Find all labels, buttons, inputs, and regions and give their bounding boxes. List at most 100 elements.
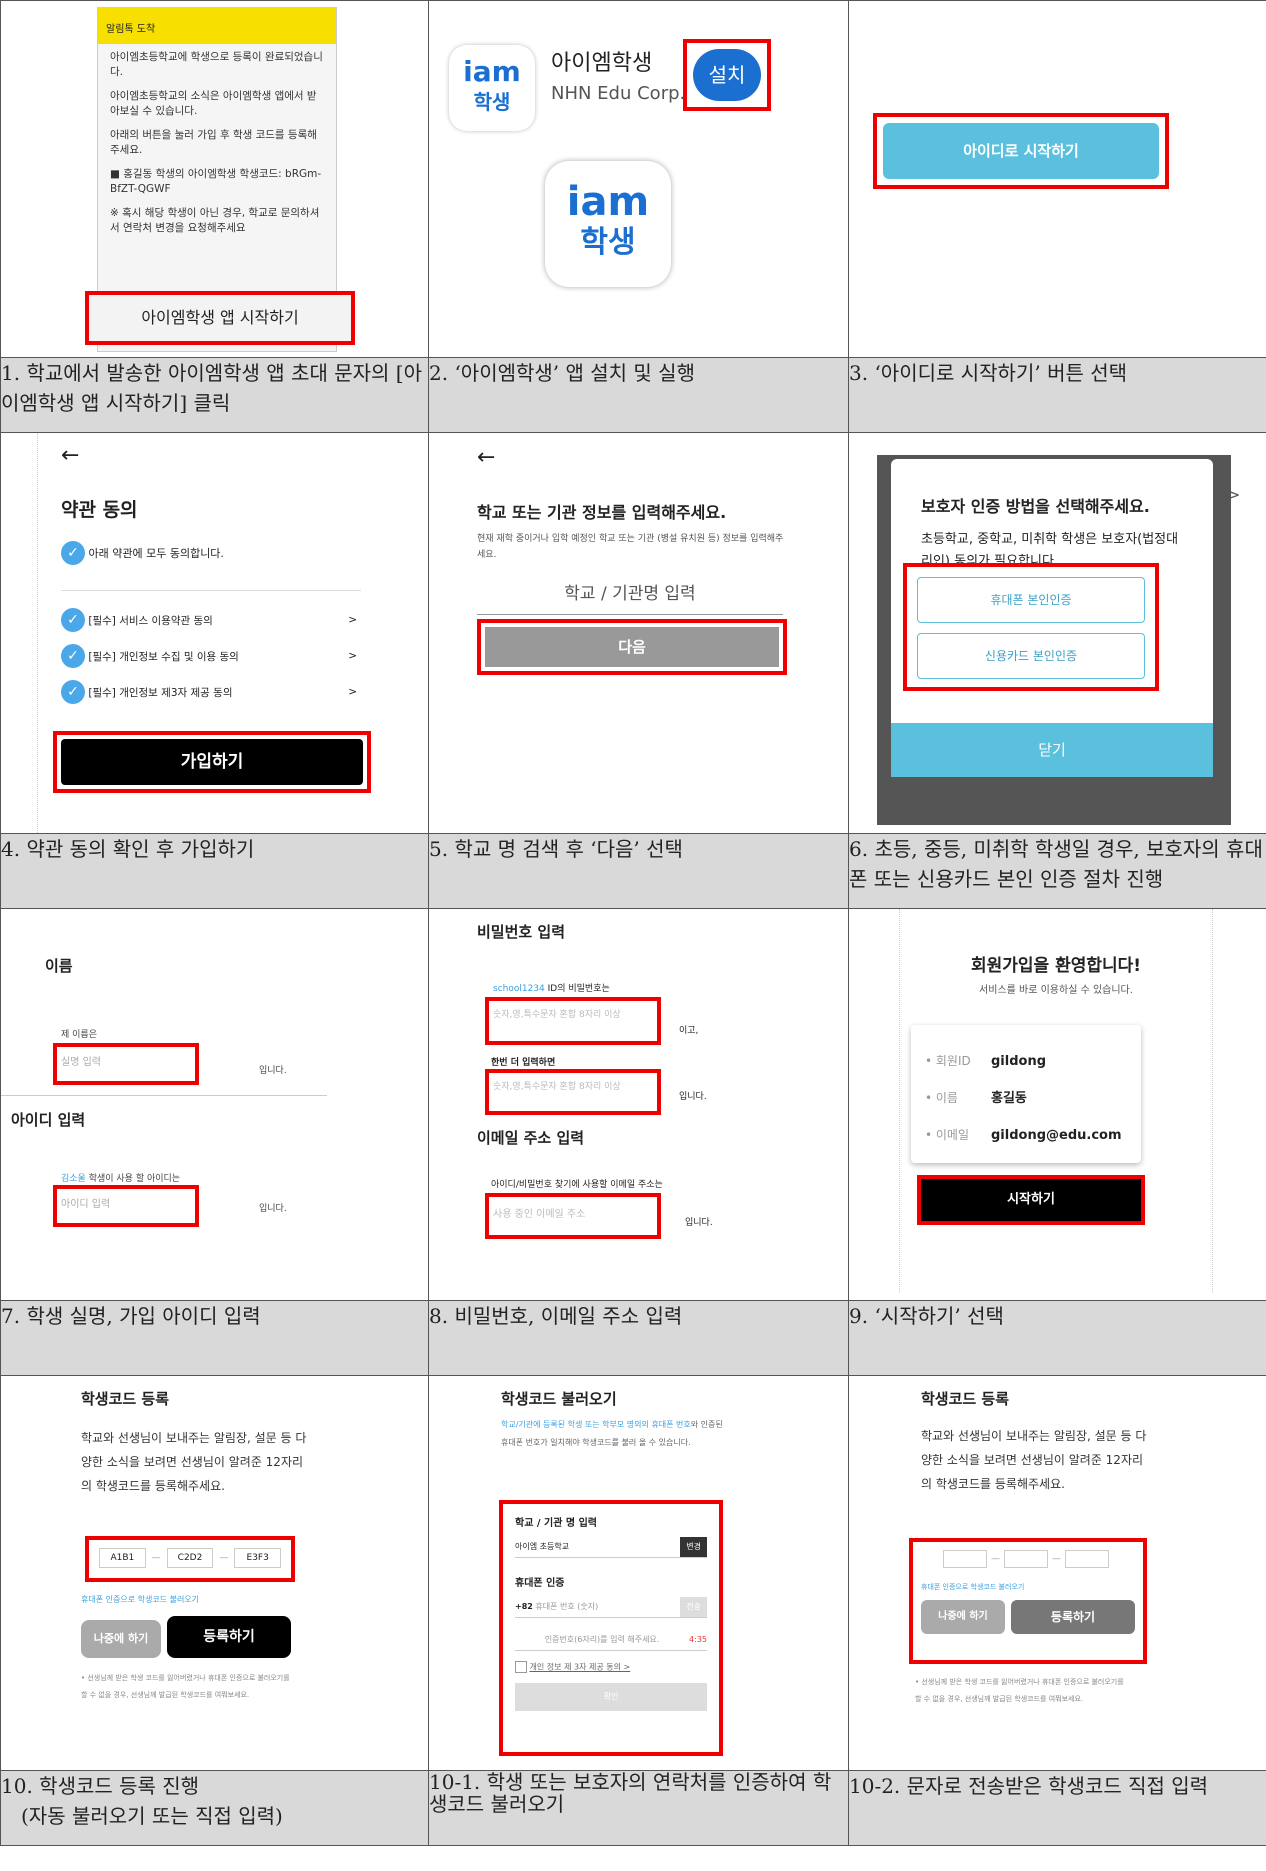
agree-all-label: 아래 약관에 모두 동의합니다. [88, 547, 224, 560]
change-button[interactable]: 변경 [680, 1537, 707, 1557]
join-button[interactable]: 가입하기 [61, 739, 363, 785]
agree-all[interactable]: ✓ 아래 약관에 모두 동의합니다. [61, 541, 361, 591]
dash: — [151, 1553, 161, 1563]
id-suffix: 입니다. [259, 1204, 287, 1214]
hint-text: ID의 비밀번호는 [544, 984, 610, 994]
phone-auth-button[interactable]: 휴대폰 본인인증 [917, 577, 1145, 623]
password-input[interactable]: 숫자,영,특수문자 혼합 8자리 이상 [485, 997, 661, 1045]
timer: 4:35 [689, 1635, 707, 1644]
phone-field[interactable]: +82 휴대폰 번호 (숫자) 전송 [515, 1597, 707, 1618]
name-label: 제 이름은 [61, 1030, 97, 1040]
close-button[interactable]: 닫기 [891, 723, 1213, 777]
step9-panel: 회원가입을 환영합니다! 서비스를 바로 이용하실 수 있습니다. • 회원ID… [848, 908, 1266, 1301]
next-button[interactable]: 다음 [485, 627, 779, 667]
terms-item-label: [필수] 서비스 이용약관 동의 [88, 615, 213, 627]
load-title: 학생코드 불러오기 [501, 1390, 617, 1408]
code-input-1[interactable]: A1B1 [99, 1548, 146, 1568]
id-input[interactable]: 아이디 입력 [53, 1185, 199, 1227]
member-name: 홍길동 [991, 1091, 1027, 1106]
back-icon[interactable]: ← [61, 443, 79, 468]
manual-code-highlight: — — 휴대폰 인증으로 학생코드 불러오기 나중에 하기 등록하기 [909, 1538, 1147, 1664]
code-input-3[interactable]: E3F3 [234, 1548, 282, 1568]
message-text-3: 아래의 버튼을 눌러 가입 후 학생 코드를 등록해 주세요. [110, 129, 317, 156]
code-title: 학생코드 등록 [81, 1390, 170, 1408]
start-button[interactable]: 시작하기 [917, 1175, 1145, 1225]
terms-item-3[interactable]: ✓ [필수] 개인정보 제3자 제공 동의 > [61, 680, 357, 705]
student-name: 김소울 [61, 1174, 86, 1184]
phone-load-link[interactable]: 휴대폰 인증으로 학생코드 불러오기 [81, 1594, 199, 1605]
caption-10-2: 10-2. 문자로 전송받은 학생코드 직접 입력 [848, 1770, 1266, 1846]
agree-link[interactable]: 개인 정보 제 3자 제공 동의 > [530, 1663, 631, 1672]
id-start-highlight: 아이디로 시작하기 [873, 113, 1169, 189]
dash: — [219, 1553, 229, 1563]
check-icon: ✓ [61, 541, 85, 565]
step6-panel: 보호자 인증 방법을 선택해주세요. 초등학교, 중학교, 미취학 학생은 보호… [848, 432, 1266, 834]
country-code[interactable]: +82 [515, 1602, 533, 1611]
card-auth-button[interactable]: 신용카드 본인인증 [917, 633, 1145, 679]
member-id: gildong [991, 1054, 1047, 1069]
load-desc: 학교/기관에 등록된 학생 또는 학부모 명의의 휴대폰 번호와 인증된 휴대폰… [501, 1416, 731, 1452]
code-input-3[interactable] [1065, 1550, 1109, 1568]
step8-panel: 비밀번호 입력 school1234 ID의 비밀번호는 숫자,영,특수문자 혼… [428, 908, 849, 1301]
logo-bottom: 학생 [473, 90, 511, 114]
code-input-2[interactable] [1004, 1550, 1048, 1568]
email-placeholder: 사용 중인 이메일 주소 [493, 1209, 586, 1220]
install-button[interactable]: 설치 [693, 49, 761, 101]
school-field[interactable]: 아이엠 초등학교 변경 [515, 1537, 707, 1558]
message-text-5: ※ 혹시 해당 학생이 아닌 경우, 학교로 문의하셔서 연락처 변경을 요청해… [110, 207, 320, 234]
id-label: 김소울 학생이 사용 할 아이디는 [61, 1171, 180, 1184]
step10-1-panel: 학생코드 불러오기 학교/기관에 등록된 학생 또는 학부모 명의의 휴대폰 번… [428, 1375, 849, 1771]
register-button[interactable]: 등록하기 [167, 1616, 291, 1658]
confirm-button[interactable]: 확인 [515, 1683, 707, 1711]
caption-1: 1. 학교에서 발송한 아이엠학생 앱 초대 문자의 [아이엠학생 앱 시작하기… [0, 357, 429, 433]
code-input-1[interactable] [943, 1550, 987, 1568]
chevron-right-icon[interactable]: > [1227, 485, 1240, 504]
password-title: 비밀번호 입력 [477, 923, 566, 941]
caption-10-1: 10-1. 학생 또는 보호자의 연락처를 인증하여 학생코드 불러오기 [428, 1770, 849, 1846]
start-app-button[interactable]: 아이엠학생 앱 시작하기 [85, 291, 355, 345]
chevron-right-icon: > [348, 614, 357, 626]
welcome-title: 회원가입을 환영합니다! [970, 956, 1142, 976]
code-inputs: A1B1 — C2D2 — E3F3 [85, 1536, 295, 1582]
agree-row[interactable]: 개인 정보 제 3자 제공 동의 > [515, 1661, 707, 1673]
email-label: 아이디/비밀번호 찾기에 사용할 이메일 주소는 [491, 1180, 663, 1190]
back-icon[interactable]: ← [477, 445, 495, 470]
id-start-button[interactable]: 아이디로 시작하기 [883, 123, 1159, 179]
step4-panel: ← 약관 동의 ✓ 아래 약관에 모두 동의합니다. ✓ [필수] 서비스 이용… [0, 432, 429, 834]
later-button[interactable]: 나중에 하기 [81, 1620, 161, 1658]
logo-top: iam [463, 55, 521, 88]
phone-load-link[interactable]: 휴대폰 인증으로 학생코드 불러오기 [913, 1576, 1143, 1592]
name-title: 이름 [45, 957, 73, 975]
check-icon: ✓ [61, 644, 85, 668]
terms-item-label: [필수] 개인정보 수집 및 이용 동의 [88, 651, 239, 663]
terms-item-label: [필수] 개인정보 제3자 제공 동의 [88, 687, 233, 699]
id-placeholder: 아이디 입력 [61, 1199, 111, 1210]
caption-3: 3. ‘아이디로 시작하기’ 버튼 선택 [848, 357, 1266, 433]
password-label: school1234 ID의 비밀번호는 [493, 981, 610, 994]
caption-6: 6. 초등, 중등, 미취학 학생일 경우, 보호자의 휴대폰 또는 신용카드 … [848, 833, 1266, 909]
checkbox-icon[interactable] [515, 1661, 527, 1673]
school-input[interactable]: 학교 / 기관명 입력 [477, 579, 783, 615]
name-input[interactable]: 실명 입력 [53, 1043, 199, 1085]
auth-title: 보호자 인증 방법을 선택해주세요. [921, 497, 1150, 516]
phone-placeholder: 휴대폰 번호 (숫자) [535, 1602, 599, 1611]
code-input-2[interactable]: C2D2 [166, 1548, 214, 1568]
code-field[interactable]: 인증번호(6자리)를 입력 해주세요. 4:35 [515, 1630, 707, 1651]
terms-item-1[interactable]: ✓ [필수] 서비스 이용약관 동의 > [61, 608, 357, 633]
info-key: • 회원ID [925, 1054, 971, 1068]
app-icon-large[interactable]: iam 학생 [545, 161, 671, 287]
auth-options-highlight: 휴대폰 본인인증 신용카드 본인인증 [903, 563, 1159, 691]
send-button[interactable]: 전송 [680, 1597, 707, 1617]
step5-panel: ← 학교 또는 기관 정보를 입력해주세요. 현재 재학 중이거나 입학 예정인… [428, 432, 849, 834]
terms-item-2[interactable]: ✓ [필수] 개인정보 수집 및 이용 동의 > [61, 644, 357, 669]
password-confirm-input[interactable]: 숫자,영,특수문자 혼합 8자리 이상 [485, 1069, 661, 1115]
later-button[interactable]: 나중에 하기 [921, 1600, 1005, 1634]
caption-5: 5. 학교 명 검색 후 ‘다음’ 선택 [428, 833, 849, 909]
logo-bottom-large: 학생 [580, 225, 636, 260]
start-app-label: 아이엠학생 앱 시작하기 [141, 308, 299, 327]
step10-2-panel: 학생코드 등록 학교와 선생님이 보내주는 알림장, 설문 등 다양한 소식을 … [848, 1375, 1266, 1771]
email-input[interactable]: 사용 중인 이메일 주소 [485, 1193, 661, 1239]
code-title: 학생코드 등록 [921, 1390, 1010, 1408]
register-button[interactable]: 등록하기 [1011, 1600, 1135, 1634]
app-name: 아이엠학생 [551, 51, 653, 76]
